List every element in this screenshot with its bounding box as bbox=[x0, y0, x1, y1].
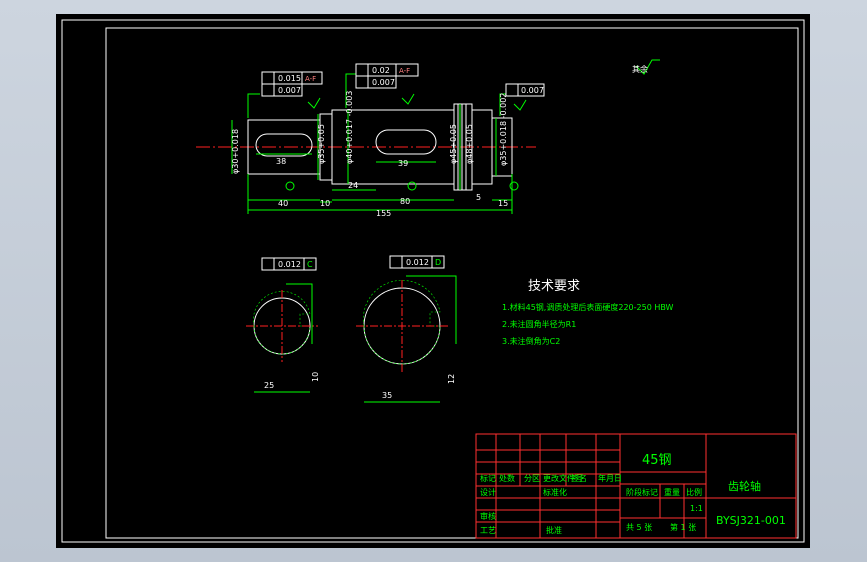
tolerance-frame-1: 0.015 A-F 0.007 bbox=[261, 71, 323, 97]
outer-border bbox=[61, 19, 805, 543]
svg-text:25: 25 bbox=[264, 381, 274, 390]
part-name: 齿轮轴 bbox=[728, 479, 761, 493]
svg-text:工艺: 工艺 bbox=[480, 526, 496, 535]
svg-text:标记: 标记 bbox=[480, 473, 496, 483]
dim-d35-right: φ35+0.018 -0.002 bbox=[499, 93, 508, 166]
shaft-main-view bbox=[196, 103, 536, 191]
dim-24: 24 bbox=[348, 181, 358, 190]
dim-d30: φ30+0.018 bbox=[231, 129, 240, 174]
tech-req-1: 1.材料45钢,调质处理后表面硬度220-250 HBW bbox=[502, 302, 674, 312]
drawing-number: BYSJ321-001 bbox=[716, 514, 786, 527]
svg-text:12: 12 bbox=[447, 374, 456, 384]
dim-d45: φ45+0.05 bbox=[449, 124, 458, 164]
svg-text:C: C bbox=[307, 260, 313, 269]
dim-10: 10 bbox=[320, 199, 330, 208]
dim-15: 15 bbox=[498, 199, 508, 208]
keyway-middle bbox=[375, 129, 437, 155]
svg-text:处数: 处数 bbox=[499, 473, 515, 483]
section-view-1: 0.012 C 25 10 bbox=[246, 257, 320, 393]
svg-text:分区: 分区 bbox=[524, 474, 540, 483]
svg-text:0.007: 0.007 bbox=[278, 86, 301, 95]
svg-text:0.007: 0.007 bbox=[521, 86, 544, 95]
svg-text:其余: 其余 bbox=[632, 64, 648, 74]
tech-req-2: 2.未注圆角半径为R1 bbox=[502, 319, 576, 329]
dim-39: 39 bbox=[398, 159, 408, 168]
svg-text:0.007: 0.007 bbox=[372, 78, 395, 87]
inner-frame bbox=[105, 27, 799, 539]
drawing-canvas: 0.015 A-F 0.007 0.02 A-F 0.007 0.007 38 … bbox=[61, 19, 805, 543]
svg-text:A-F: A-F bbox=[399, 67, 410, 75]
svg-text:0.02: 0.02 bbox=[372, 66, 390, 75]
svg-text:标准化: 标准化 bbox=[543, 487, 567, 497]
svg-text:年月日: 年月日 bbox=[598, 473, 622, 483]
svg-text:设计: 设计 bbox=[480, 487, 496, 497]
svg-text:10: 10 bbox=[311, 372, 320, 382]
tolerance-frame-2: 0.02 A-F 0.007 bbox=[355, 63, 419, 89]
title-block: 标记 处数 分区 更改文件号 签名 年月日 设计 标准化 审核 工艺 批准 阶段… bbox=[475, 433, 797, 539]
section-view-2: 0.012 D 35 12 bbox=[356, 255, 457, 403]
tech-req-title: 技术要求 bbox=[528, 279, 580, 294]
dim-38: 38 bbox=[276, 157, 286, 166]
dim-155: 155 bbox=[376, 209, 391, 218]
dim-d35: φ35+0.05 bbox=[317, 124, 326, 164]
svg-text:共 5 张: 共 5 张 bbox=[626, 523, 652, 532]
svg-text:批准: 批准 bbox=[546, 525, 562, 535]
svg-text:比例: 比例 bbox=[686, 487, 702, 497]
tolerance-frame-3: 0.007 bbox=[505, 83, 545, 97]
material-label: 45钢 bbox=[642, 453, 672, 468]
svg-text:审核: 审核 bbox=[480, 511, 496, 521]
drawing-sheet: 0.015 A-F 0.007 0.02 A-F 0.007 0.007 38 … bbox=[56, 14, 810, 548]
svg-text:第 1 张: 第 1 张 bbox=[670, 522, 696, 532]
svg-text:1:1: 1:1 bbox=[690, 504, 703, 513]
cad-viewport[interactable]: 0.015 A-F 0.007 0.02 A-F 0.007 0.007 38 … bbox=[0, 0, 867, 562]
tech-req-3: 3.未注倒角为C2 bbox=[502, 336, 560, 346]
svg-text:0.012: 0.012 bbox=[278, 260, 301, 269]
dim-80: 80 bbox=[400, 197, 410, 206]
svg-text:阶段标记: 阶段标记 bbox=[626, 487, 658, 497]
svg-text:A-F: A-F bbox=[305, 75, 316, 83]
svg-text:35: 35 bbox=[382, 391, 392, 400]
dim-5: 5 bbox=[476, 193, 481, 202]
svg-text:重量: 重量 bbox=[664, 487, 680, 497]
svg-text:0.015: 0.015 bbox=[278, 74, 301, 83]
svg-text:0.012: 0.012 bbox=[406, 258, 429, 267]
dim-d40: φ40+0.017 -0.003 bbox=[345, 91, 354, 164]
dim-40: 40 bbox=[278, 199, 288, 208]
dim-d48: φ48+0.05 bbox=[465, 124, 474, 164]
keyway-left bbox=[255, 133, 313, 157]
svg-text:签名: 签名 bbox=[571, 473, 587, 483]
svg-text:D: D bbox=[435, 258, 441, 267]
